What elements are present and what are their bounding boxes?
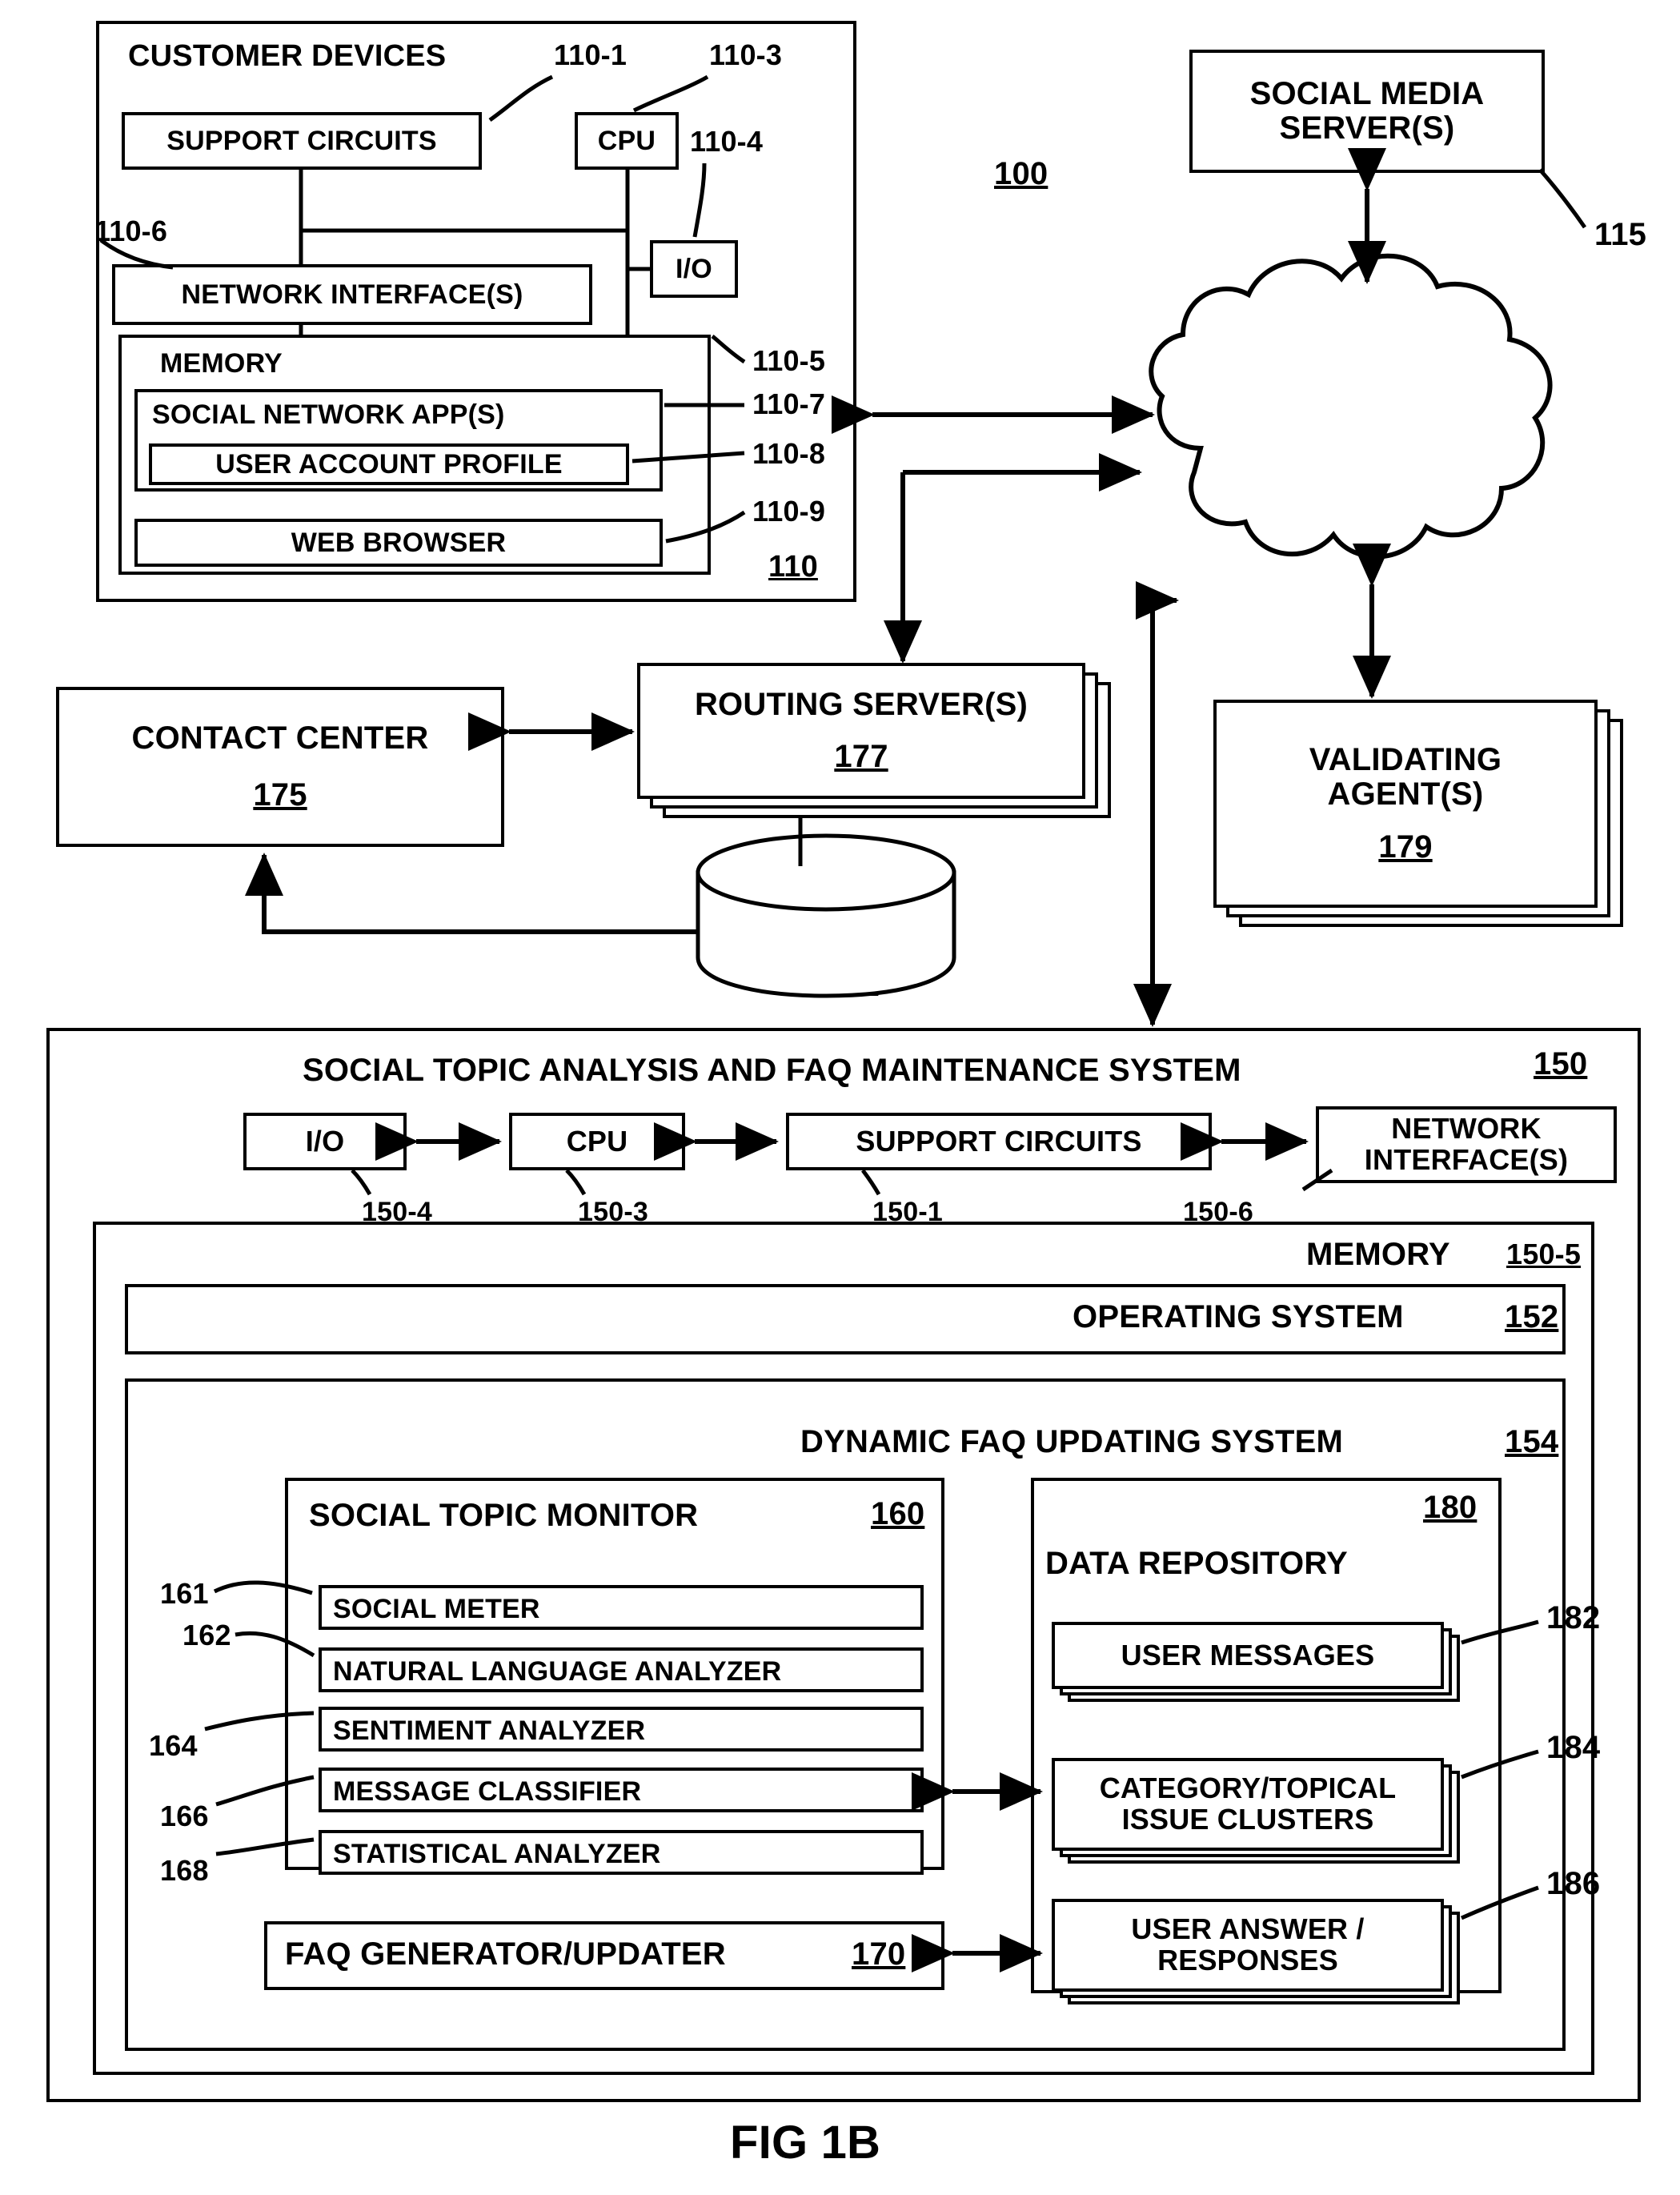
issue-clusters-label-2: ISSUE CLUSTERS: [1121, 1803, 1374, 1836]
cd-support-circuits-box: SUPPORT CIRCUITS: [122, 112, 482, 170]
contact-center-box: CONTACT CENTER 175: [56, 687, 504, 847]
network-cloud-label: NETWORK(S): [1229, 451, 1438, 487]
figure-caption: FIG 1B: [730, 2117, 881, 2169]
user-answers-ref: 186: [1546, 1866, 1601, 1901]
faq-generator-ref: 170: [852, 1936, 906, 1972]
system-ref-100: 100: [994, 156, 1048, 191]
natural-language-analyzer-ref: 162: [182, 1619, 231, 1651]
arrow-crm-cc: [245, 853, 698, 934]
user-messages-box: USER MESSAGES: [1052, 1622, 1444, 1689]
cd-user-account-profile-ref: 110-8: [752, 437, 826, 470]
sta-cpu-label: CPU: [566, 1124, 628, 1158]
operating-system-ref: 152: [1505, 1299, 1559, 1334]
faq-generator-label: FAQ GENERATOR/UPDATER: [285, 1936, 726, 1972]
routing-server-label: ROUTING SERVER(S): [694, 686, 1028, 722]
cd-network-interfaces-ref: 110-6: [94, 215, 168, 247]
cd-social-network-apps-ref: 110-7: [752, 387, 826, 420]
cd-user-account-profile-box: USER ACCOUNT PROFILE: [149, 443, 629, 485]
validating-agent-label-2: AGENT(S): [1327, 776, 1484, 813]
cd-io-label: I/O: [676, 253, 712, 284]
social-media-server-label-2: SERVER(S): [1279, 110, 1455, 146]
network-cloud-shape: [1149, 253, 1553, 560]
leader-115: [1538, 168, 1587, 229]
data-repository-ref: 180: [1423, 1490, 1478, 1525]
sta-io-label: I/O: [305, 1124, 345, 1158]
user-answers-box: USER ANSWER / RESPONSES: [1052, 1899, 1444, 1992]
customer-devices-ref: 110: [768, 550, 818, 584]
routing-server-box: ROUTING SERVER(S) 177: [637, 663, 1085, 799]
statistical-analyzer-ref: 168: [160, 1854, 209, 1887]
sta-network-interfaces-label-2: INTERFACE(S): [1364, 1143, 1569, 1176]
dynamic-faq-ref: 154: [1505, 1424, 1559, 1459]
message-classifier-ref: 166: [160, 1800, 209, 1832]
cd-io-box: I/O: [650, 240, 738, 298]
operating-system-label: OPERATING SYSTEM: [1073, 1299, 1404, 1334]
user-messages-ref: 182: [1546, 1600, 1601, 1635]
cd-memory-ref: 110-5: [752, 344, 826, 377]
message-classifier-label: MESSAGE CLASSIFIER: [333, 1776, 642, 1807]
cd-cpu-ref: 110-3: [709, 38, 783, 71]
social-topic-monitor-ref: 160: [871, 1496, 925, 1531]
user-answers-label-1: USER ANSWER /: [1131, 1912, 1365, 1946]
cd-support-circuits-ref: 110-1: [554, 38, 627, 71]
social-media-server-box: SOCIAL MEDIA SERVER(S): [1189, 50, 1545, 173]
cd-web-browser-box: WEB BROWSER: [134, 519, 663, 567]
cd-cpu-box: CPU: [575, 112, 679, 170]
social-media-server-label-1: SOCIAL MEDIA: [1249, 75, 1485, 111]
user-answers-label-2: RESPONSES: [1157, 1944, 1338, 1976]
sta-system-ref: 150: [1534, 1046, 1588, 1081]
sentiment-analyzer-label: SENTIMENT ANALYZER: [333, 1715, 646, 1746]
cd-web-browser-label: WEB BROWSER: [291, 527, 507, 558]
cd-memory-label: MEMORY: [160, 348, 283, 379]
crm-data-label: CRM DATA: [751, 921, 918, 957]
sta-system-title: SOCIAL TOPIC ANALYSIS AND FAQ MAINTENANC…: [303, 1053, 1241, 1088]
user-messages-label: USER MESSAGES: [1121, 1638, 1375, 1671]
validating-agent-label-1: VALIDATING: [1309, 742, 1502, 778]
dynamic-faq-label: DYNAMIC FAQ UPDATING SYSTEM: [800, 1424, 1344, 1459]
figure-sheet: CUSTOMER DEVICES 110 SUPPORT CIRCUITS 11…: [0, 0, 1680, 2195]
issue-clusters-ref: 184: [1546, 1730, 1601, 1765]
sta-support-circuits-box: SUPPORT CIRCUITS: [786, 1113, 1212, 1170]
sta-network-interfaces-box: NETWORK INTERFACE(S): [1316, 1106, 1617, 1183]
sta-cpu-box: CPU: [509, 1113, 685, 1170]
sta-memory-ref: 150-5: [1506, 1238, 1582, 1270]
social-topic-monitor-title: SOCIAL TOPIC MONITOR: [309, 1498, 699, 1533]
sentiment-analyzer-ref: 164: [149, 1729, 198, 1762]
social-media-server-ref: 115: [1594, 217, 1647, 252]
cd-io-ref: 110-4: [690, 125, 764, 158]
cd-social-network-apps-label: SOCIAL NETWORK APP(S): [152, 399, 505, 430]
sta-io-box: I/O: [243, 1113, 407, 1170]
issue-clusters-box: CATEGORY/TOPICAL ISSUE CLUSTERS: [1052, 1758, 1444, 1851]
sta-memory-label: MEMORY: [1306, 1237, 1450, 1272]
validating-agent-ref: 179: [1378, 829, 1433, 865]
natural-language-analyzer-label: NATURAL LANGUAGE ANALYZER: [333, 1656, 782, 1687]
cd-support-circuits-label: SUPPORT CIRCUITS: [166, 125, 437, 156]
contact-center-ref: 175: [253, 777, 307, 813]
cd-network-interfaces-label: NETWORK INTERFACE(S): [181, 279, 523, 310]
cd-user-account-profile-label: USER ACCOUNT PROFILE: [215, 448, 563, 480]
routing-server-ref: 177: [834, 739, 888, 774]
cd-network-interfaces-box: NETWORK INTERFACE(S): [112, 264, 592, 325]
cd-cpu-label: CPU: [597, 125, 656, 156]
sta-network-interfaces-label-1: NETWORK: [1391, 1112, 1542, 1146]
social-meter-label: SOCIAL METER: [333, 1594, 540, 1624]
crm-data-ref: 147: [824, 963, 879, 998]
data-repository-title: DATA REPOSITORY: [1045, 1546, 1348, 1581]
statistical-analyzer-label: STATISTICAL ANALYZER: [333, 1839, 661, 1869]
issue-clusters-label-1: CATEGORY/TOPICAL: [1099, 1772, 1397, 1805]
cd-web-browser-ref: 110-9: [752, 495, 826, 528]
network-cloud-ref: 10: [1351, 518, 1387, 553]
sta-support-circuits-label: SUPPORT CIRCUITS: [856, 1124, 1142, 1158]
customer-devices-title: CUSTOMER DEVICES: [128, 39, 447, 73]
validating-agent-box: VALIDATING AGENT(S) 179: [1213, 700, 1598, 908]
social-meter-ref: 161: [160, 1577, 209, 1610]
contact-center-label: CONTACT CENTER: [131, 720, 429, 756]
